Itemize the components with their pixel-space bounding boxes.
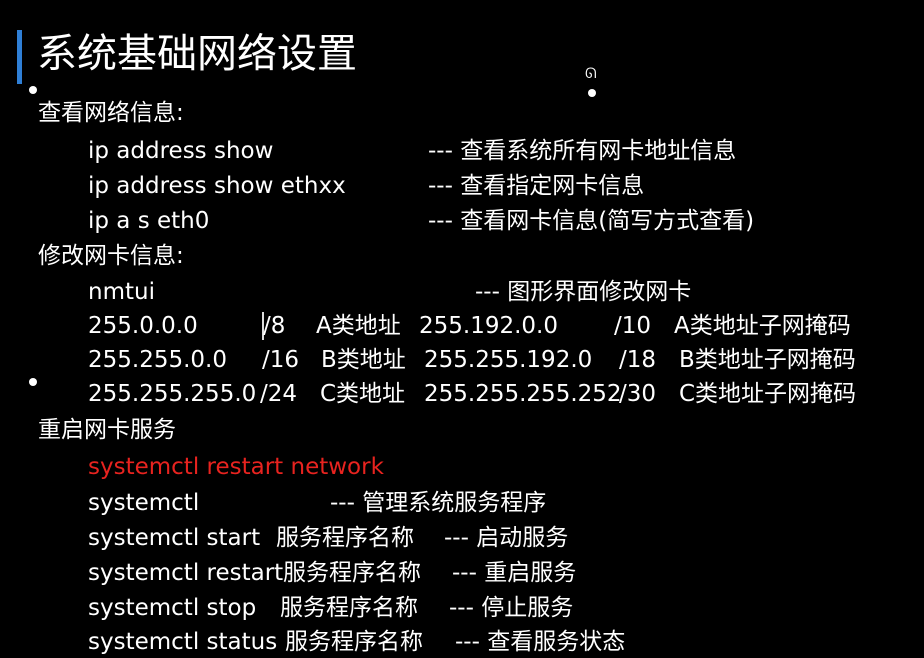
command-description: --- 图形界面修改网卡 [475, 279, 692, 305]
bullet-dot-icon [29, 378, 37, 386]
bullet-dot-icon [29, 86, 37, 94]
command-text: ip a s eth0 [88, 208, 210, 234]
command-text: nmtui [88, 279, 155, 305]
slide-title: 系统基础网络设置 [37, 31, 357, 77]
netmask-value: 255.255.255.0 [88, 381, 257, 407]
address-class: B类地址 [321, 347, 406, 373]
subnet-mask-class: A类地址子网掩码 [674, 313, 851, 339]
netmask-value: 255.255.0.0 [88, 347, 227, 373]
command-text: ip address show ethxx [88, 173, 346, 199]
command-text: systemctl stop [88, 595, 257, 621]
command-text: ip address show [88, 138, 274, 164]
command-description: --- 查看系统所有网卡地址信息 [428, 138, 737, 164]
title-accent-bar [17, 30, 22, 84]
subnet-mask-prefix: /10 [614, 313, 652, 339]
command-description: --- 重启服务 [452, 560, 577, 586]
subnet-mask-value: 255.255.192.0 [424, 347, 593, 373]
subnet-mask-class: B类地址子网掩码 [679, 347, 856, 373]
netmask-prefix: /8 [263, 313, 286, 339]
command-description: --- 启动服务 [444, 525, 569, 551]
netmask-prefix: /24 [260, 381, 298, 407]
highlighted-command: systemctl restart network [88, 454, 384, 480]
bullet-dot-icon [588, 89, 596, 97]
subnet-mask-value: 255.255.255.252 [424, 381, 622, 407]
address-class: A类地址 [316, 313, 401, 339]
command-argument: 服务程序名称 [276, 525, 414, 551]
subnet-mask-value: 255.192.0.0 [419, 313, 558, 339]
command-argument: 服务程序名称 [283, 560, 421, 586]
command-description: --- 查看指定网卡信息 [428, 173, 645, 199]
command-text: systemctl start [88, 525, 261, 551]
command-text: systemctl [88, 490, 200, 516]
command-argument: 服务程序名称 [285, 629, 423, 655]
command-description: --- 查看服务状态 [455, 629, 626, 655]
subnet-mask-class: C类地址子网掩码 [679, 381, 857, 407]
command-description: --- 停止服务 [449, 595, 574, 621]
section-heading-restart: 重启网卡服务 [38, 417, 176, 443]
netmask-prefix: /16 [262, 347, 300, 373]
netmask-value: 255.0.0.0 [88, 313, 198, 339]
address-class: C类地址 [320, 381, 406, 407]
mouse-cursor-icon: ᘏ [585, 66, 597, 82]
command-text: systemctl status [88, 629, 278, 655]
command-argument: 服务程序名称 [280, 595, 418, 621]
subnet-mask-prefix: /30 [619, 381, 657, 407]
command-description: --- 管理系统服务程序 [330, 490, 547, 516]
subnet-mask-prefix: /18 [619, 347, 657, 373]
command-description: --- 查看网卡信息(简写方式查看) [428, 208, 755, 234]
command-text: systemctl restart [88, 560, 284, 586]
section-heading-modify: 修改网卡信息: [38, 243, 184, 269]
section-heading-view: 查看网络信息: [38, 100, 184, 126]
